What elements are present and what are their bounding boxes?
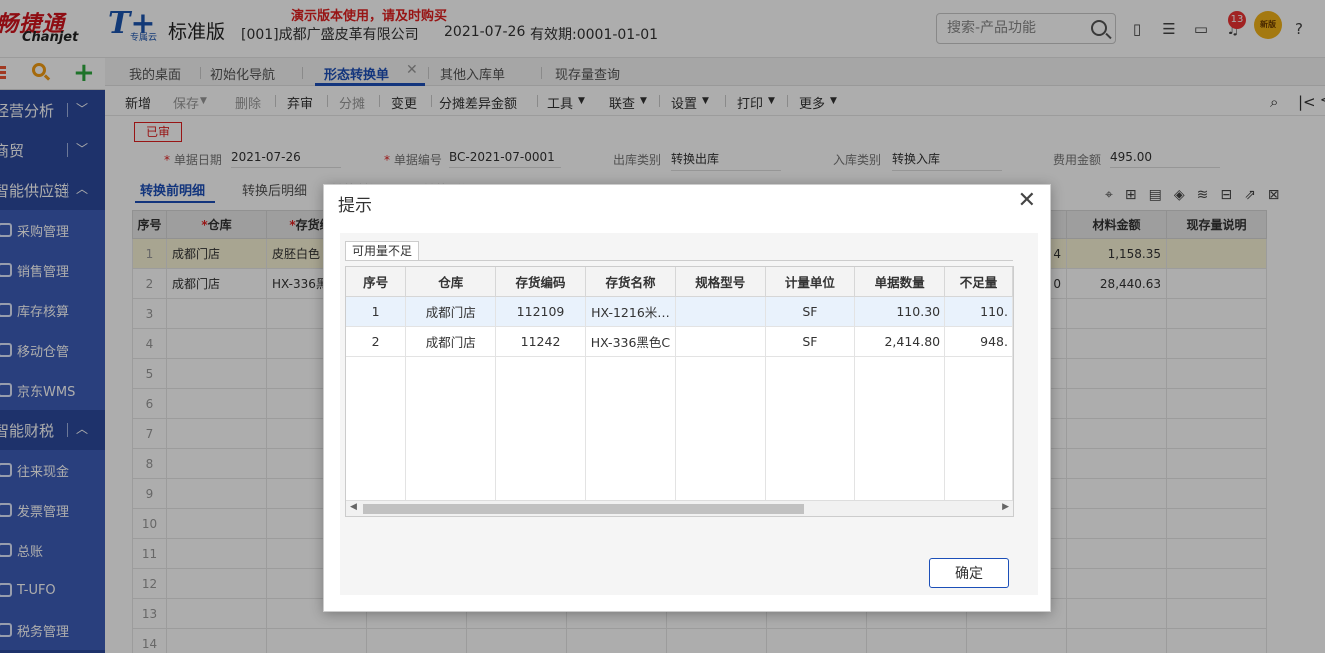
dialog-header-row: 序号 仓库 存货编码 存货名称 规格型号 计量单位 单据数量 不足量 [346,267,1013,297]
tab-insufficient-stock[interactable]: 可用量不足 [345,241,420,261]
table-row[interactable]: 1 成都门店 112109 HX-1216米… SF 110.30 110. [346,296,1013,327]
horizontal-scrollbar[interactable]: ◀ ▶ [346,500,1013,516]
scroll-right-icon[interactable]: ▶ [1002,502,1009,512]
insufficient-table: 序号 仓库 存货编码 存货名称 规格型号 计量单位 单据数量 不足量 1 成都门… [346,267,1013,516]
close-icon[interactable]: ✕ [1018,189,1036,213]
dialog-title: 提示 [338,196,372,216]
scroll-left-icon[interactable]: ◀ [350,502,357,512]
dialog-table-wrap: 序号 仓库 存货编码 存货名称 规格型号 计量单位 单据数量 不足量 1 成都门… [345,266,1014,517]
table-row [346,356,1013,516]
scrollbar-thumb[interactable] [363,504,804,514]
ok-button[interactable]: 确定 [929,558,1009,588]
table-row[interactable]: 2 成都门店 11242 HX-336黑色C SF 2,414.80 948. [346,326,1013,357]
dialog-body: 可用量不足 序号 仓库 存货编码 存货名称 规格型号 计量单位 单据数量 不足量 [340,233,1038,595]
insufficient-stock-dialog: 提示 ✕ 可用量不足 序号 仓库 存货编码 存货名称 规格型号 计量单位 单据数… [323,184,1051,612]
